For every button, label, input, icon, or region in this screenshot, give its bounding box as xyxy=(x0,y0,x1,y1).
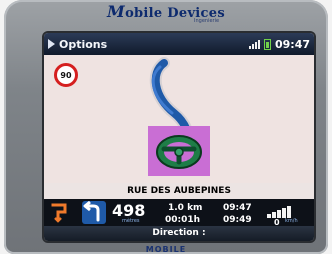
options-arrow-icon[interactable] xyxy=(48,39,55,49)
options-menu[interactable]: Options xyxy=(59,38,107,51)
direction-label[interactable]: Direction : xyxy=(44,226,314,241)
navigation-screen[interactable]: Options 09:47 90 RUE DES AUBEPINES 498 m… xyxy=(44,33,314,241)
distance-unit: mètres xyxy=(122,218,140,224)
arrival-time: 09:49 xyxy=(223,215,252,225)
vehicle-position xyxy=(148,126,210,176)
status-bar: Options 09:47 xyxy=(44,33,314,55)
remaining-distance: 1.0 km xyxy=(168,203,203,213)
turn-left-icon xyxy=(82,200,106,224)
brand-subtitle: Ingenierie xyxy=(194,18,220,24)
gps-strength-icon xyxy=(267,204,291,218)
current-time: 09:47 xyxy=(223,203,252,213)
device-bezel: Mobile Devices Ingenierie Options 09:47 … xyxy=(4,0,328,254)
battery-icon xyxy=(263,38,271,50)
current-street-name: RUE DES AUBEPINES xyxy=(127,186,231,196)
bottom-brand: MOBILE xyxy=(145,245,187,254)
speed-limit-sign: 90 xyxy=(54,63,78,87)
navigation-info-bar[interactable]: 498 mètres 1.0 km 00:01h 09:47 09:49 0 k… xyxy=(44,199,314,227)
steering-wheel-icon xyxy=(156,135,202,169)
clock: 09:47 xyxy=(274,37,310,51)
route-icon[interactable] xyxy=(50,203,70,223)
brand-logo: Mobile Devices xyxy=(107,2,225,21)
remaining-time: 00:01h xyxy=(165,215,201,225)
speed-unit: km/h xyxy=(285,218,298,224)
signal-icon xyxy=(248,39,260,49)
map-view[interactable]: 90 xyxy=(44,55,314,183)
